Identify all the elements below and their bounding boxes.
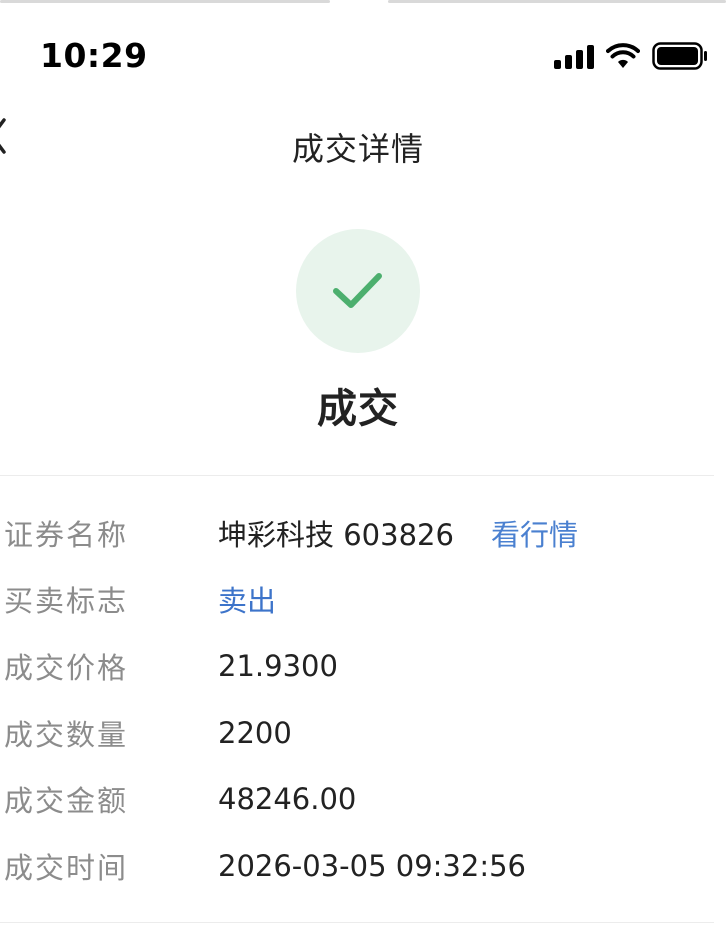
detail-row-direction: 买卖标志 卖出 (0, 566, 726, 632)
status-icons (554, 42, 708, 70)
detail-row-price: 成交价格 21.9300 (0, 633, 726, 699)
status-time: 10:29 (40, 36, 148, 75)
view-quote-link[interactable]: 看行情 (491, 512, 578, 554)
detail-value: 21.9300 (218, 649, 338, 683)
detail-row-security-name: 证券名称 坤彩科技 603826 看行情 (0, 500, 726, 566)
wifi-icon (606, 43, 640, 69)
detail-label: 成交金额 (4, 784, 129, 818)
signal-icon (554, 43, 594, 69)
detail-value: 2200 (218, 716, 292, 750)
detail-value: 48246.00 (218, 782, 357, 816)
checkmark-icon (333, 273, 382, 308)
detail-row-quantity: 成交数量 2200 (0, 700, 726, 766)
divider (0, 922, 714, 923)
detail-row-time: 成交时间 2026-03-05 09:32:56 (0, 833, 726, 899)
detail-row-amount: 成交金额 48246.00 (0, 766, 726, 832)
divider (0, 475, 714, 476)
detail-label: 成交数量 (4, 718, 129, 752)
detail-label: 证券名称 (4, 518, 129, 552)
battery-icon (652, 42, 708, 70)
result-title: 成交 (317, 386, 399, 432)
status-bar: 10:29 (0, 0, 726, 110)
detail-label: 成交价格 (4, 651, 129, 685)
detail-label: 买卖标志 (4, 584, 129, 618)
detail-value: 坤彩科技 603826 (218, 518, 454, 552)
detail-value: 卖出 (218, 584, 277, 618)
detail-label: 成交时间 (4, 851, 129, 885)
success-badge (296, 229, 420, 353)
page-title: 成交详情 (291, 130, 424, 168)
detail-value: 2026-03-05 09:32:56 (218, 849, 526, 883)
